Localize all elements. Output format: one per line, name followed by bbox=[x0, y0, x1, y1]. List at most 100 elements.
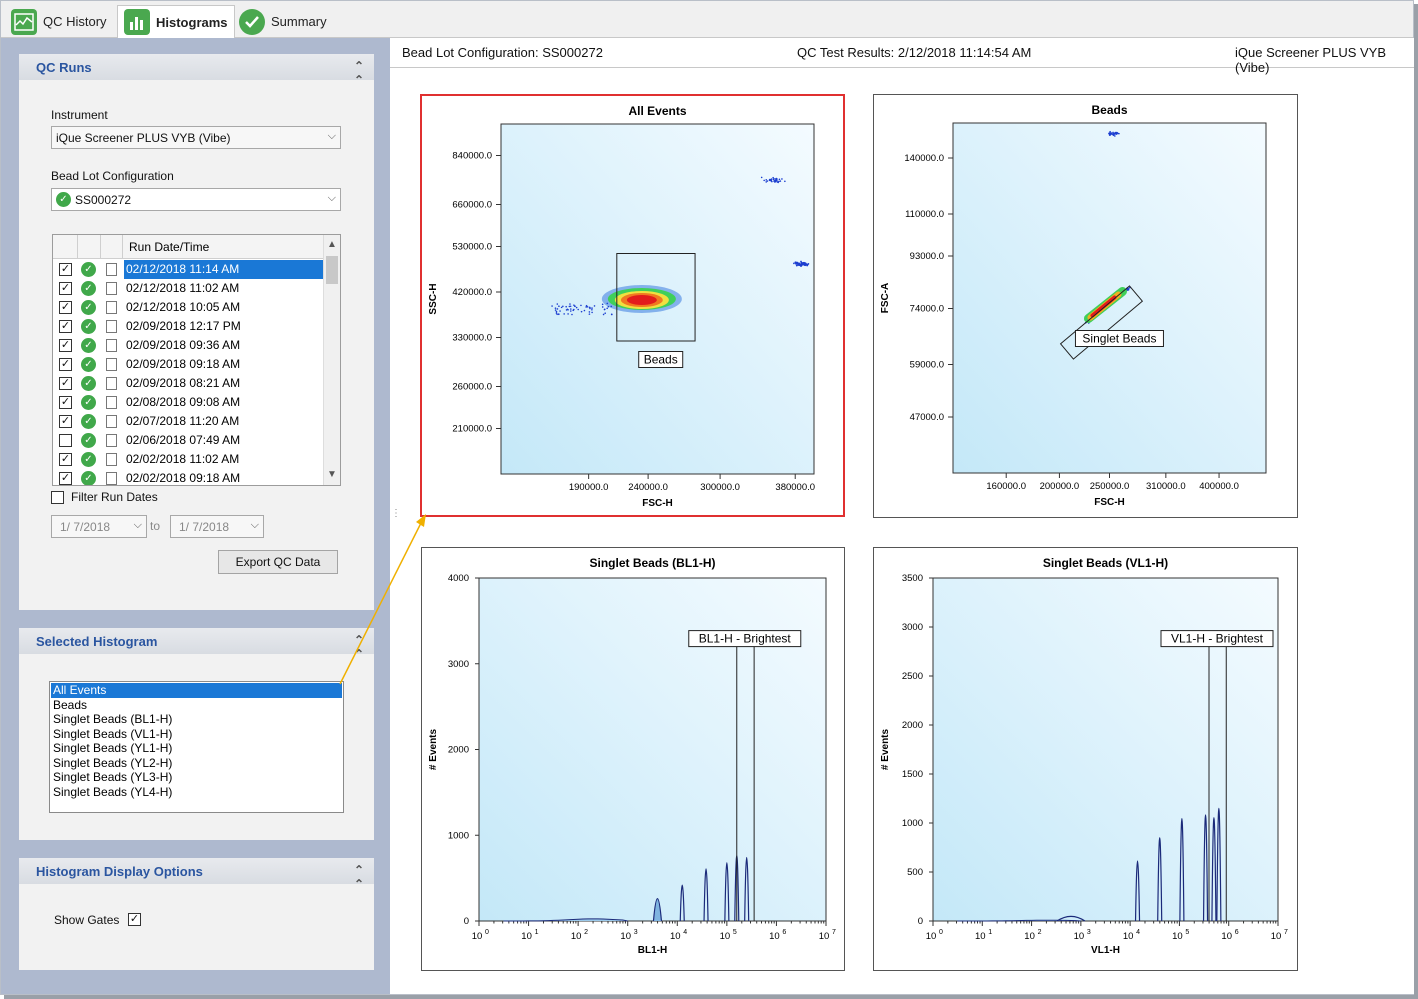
report-document-icon[interactable] bbox=[106, 377, 117, 390]
list-item[interactable]: Singlet Beads (YL4-H) bbox=[51, 785, 342, 800]
show-gates-checkbox[interactable]: ✓ bbox=[128, 913, 141, 926]
x-tick-label: 10 bbox=[620, 931, 631, 942]
list-item[interactable]: Singlet Beads (YL1-H) bbox=[51, 741, 342, 756]
plot-vl1-histogram[interactable]: Singlet Beads (VL1-H) VL1-H # Events 3500 30… bbox=[873, 547, 1298, 971]
run-checkbox[interactable]: ✓ bbox=[59, 339, 72, 352]
run-checkbox[interactable]: ✓ bbox=[59, 472, 72, 485]
run-date-cell: 02/02/2018 11:02 AM bbox=[126, 452, 240, 466]
run-checkbox[interactable]: ✓ bbox=[59, 358, 72, 371]
scatter-point bbox=[765, 179, 768, 181]
collapse-chevron-icon[interactable]: ⌃ ⌃ bbox=[354, 59, 364, 87]
run-grid[interactable]: Run Date/Time ✓ ✓ 02/12/2018 11:14 AM ✓ ✓ 02/… bbox=[52, 234, 341, 486]
scroll-down-icon[interactable]: ▼ bbox=[327, 469, 337, 480]
scatter-point bbox=[804, 262, 807, 265]
x-tick-exponent: 0 bbox=[939, 929, 943, 936]
splitter-grip[interactable]: ⋮ bbox=[391, 508, 401, 519]
bead-lot-select[interactable]: ✓ SS000272 ⌵ bbox=[51, 188, 341, 211]
table-row[interactable]: ✓ ✓ 02/12/2018 11:14 AM bbox=[53, 260, 323, 279]
ok-status-icon: ✓ bbox=[81, 395, 96, 410]
histogram-list[interactable]: All Events Beads Singlet Beads (BL1-H) Sing… bbox=[49, 681, 344, 813]
table-row[interactable]: ✓ ✓ 02/07/2018 11:20 AM bbox=[53, 412, 323, 431]
run-checkbox[interactable]: ✓ bbox=[59, 282, 72, 295]
scatter-point bbox=[779, 180, 782, 182]
ok-status-icon: ✓ bbox=[81, 452, 96, 467]
selected-histogram-header[interactable]: Selected Histogram ⌃ ⌃ bbox=[19, 628, 374, 661]
list-item[interactable]: All Events bbox=[51, 683, 342, 698]
qc-runs-header[interactable]: QC Runs ⌃ ⌃ bbox=[19, 54, 374, 87]
run-checkbox[interactable]: ✓ bbox=[59, 453, 72, 466]
x-tick-label: 190000.0 bbox=[569, 482, 609, 493]
run-checkbox[interactable]: ✓ bbox=[59, 301, 72, 314]
list-item[interactable]: Singlet Beads (BL1-H) bbox=[51, 712, 342, 727]
scroll-thumb[interactable] bbox=[326, 256, 338, 284]
gate-label: BL1-H - Brightest bbox=[699, 632, 792, 646]
plot-beads[interactable]: Beads FSC-H FSC-A 160000.0 200000.0 250000.0 3… bbox=[873, 94, 1298, 518]
list-item[interactable]: Singlet Beads (YL2-H) bbox=[51, 756, 342, 771]
chevron-down-icon: ⌵ bbox=[327, 192, 336, 204]
scatter-point bbox=[778, 178, 781, 181]
scatter-point bbox=[560, 306, 563, 309]
table-row[interactable]: ✓ ✓ 02/02/2018 09:18 AM bbox=[53, 469, 323, 485]
vl1-histogram: Singlet Beads (VL1-H)VL1-H# Events350030… bbox=[880, 556, 1288, 956]
plot-bl1-histogram[interactable]: Singlet Beads (BL1-H) BL1-H # Events 4000 30… bbox=[421, 547, 845, 971]
run-checkbox[interactable]: ✓ bbox=[59, 415, 72, 428]
tab-qc-history[interactable]: QC History bbox=[5, 5, 113, 38]
report-document-icon[interactable] bbox=[106, 396, 117, 409]
grid-scrollbar[interactable]: ▲ ▼ bbox=[323, 235, 340, 485]
scroll-up-icon[interactable]: ▲ bbox=[327, 239, 337, 250]
table-row[interactable]: ✓ ✓ 02/09/2018 09:36 AM bbox=[53, 336, 323, 355]
report-document-icon[interactable] bbox=[106, 358, 117, 371]
report-document-icon[interactable] bbox=[106, 453, 117, 466]
report-document-icon[interactable] bbox=[106, 415, 117, 428]
filter-run-dates-checkbox[interactable] bbox=[51, 491, 64, 504]
ok-status-icon: ✓ bbox=[81, 414, 96, 429]
x-tick-exponent: 3 bbox=[1087, 929, 1091, 936]
table-row[interactable]: ✓ ✓ 02/09/2018 08:21 AM bbox=[53, 374, 323, 393]
table-row[interactable]: ✓ 02/06/2018 07:49 AM bbox=[53, 431, 323, 450]
scatter-point bbox=[589, 307, 591, 310]
scatter-point bbox=[603, 308, 606, 311]
window-shadow bbox=[4, 995, 1418, 999]
collapse-chevron-icon[interactable]: ⌃ ⌃ bbox=[354, 863, 364, 891]
list-item[interactable]: Singlet Beads (YL3-H) bbox=[51, 770, 342, 785]
plot-all-events[interactable]: All Events FSC-H SSC-H 190000.0 240000.0 3000… bbox=[420, 94, 845, 517]
run-checkbox[interactable]: ✓ bbox=[59, 396, 72, 409]
report-document-icon[interactable] bbox=[106, 434, 117, 447]
show-gates-label: Show Gates bbox=[54, 913, 120, 927]
table-row[interactable]: ✓ ✓ 02/08/2018 09:08 AM bbox=[53, 393, 323, 412]
list-item[interactable]: Beads bbox=[51, 698, 342, 713]
run-checkbox[interactable]: ✓ bbox=[59, 377, 72, 390]
export-qc-data-button[interactable]: Export QC Data bbox=[218, 550, 338, 574]
report-document-icon[interactable] bbox=[106, 339, 117, 352]
collapse-chevron-icon[interactable]: ⌃ ⌃ bbox=[354, 633, 364, 661]
instrument-select[interactable]: iQue Screener PLUS VYB (Vibe) ⌵ bbox=[51, 126, 341, 149]
report-document-icon[interactable] bbox=[106, 282, 117, 295]
run-date-cell: 02/09/2018 08:21 AM bbox=[126, 376, 241, 390]
display-options-header[interactable]: Histogram Display Options ⌃ ⌃ bbox=[19, 858, 374, 891]
x-tick-label: 10 bbox=[819, 931, 830, 942]
scatter-point bbox=[1112, 131, 1114, 134]
y-tick-label: 2500 bbox=[902, 671, 923, 682]
y-tick-label: 93000.0 bbox=[910, 251, 944, 262]
table-row[interactable]: ✓ ✓ 02/09/2018 09:18 AM bbox=[53, 355, 323, 374]
tab-summary[interactable]: Summary bbox=[233, 5, 333, 38]
run-checkbox[interactable]: ✓ bbox=[59, 263, 72, 276]
x-tick-exponent: 7 bbox=[832, 929, 836, 936]
report-document-icon[interactable] bbox=[106, 301, 117, 314]
table-row[interactable]: ✓ ✓ 02/09/2018 12:17 PM bbox=[53, 317, 323, 336]
table-row[interactable]: ✓ ✓ 02/12/2018 10:05 AM bbox=[53, 298, 323, 317]
run-checkbox[interactable]: ✓ bbox=[59, 320, 72, 333]
date-from-picker[interactable]: 1/ 7/2018 ⌵ bbox=[51, 515, 147, 538]
list-item[interactable]: Singlet Beads (VL1-H) bbox=[51, 727, 342, 742]
table-row[interactable]: ✓ ✓ 02/12/2018 11:02 AM bbox=[53, 279, 323, 298]
date-to-picker[interactable]: 1/ 7/2018 ⌵ bbox=[170, 515, 264, 538]
report-document-icon[interactable] bbox=[106, 320, 117, 333]
table-row[interactable]: ✓ ✓ 02/02/2018 11:02 AM bbox=[53, 450, 323, 469]
report-document-icon[interactable] bbox=[106, 472, 117, 485]
tab-histograms[interactable]: Histograms bbox=[117, 5, 235, 38]
panel-title: QC Runs bbox=[36, 59, 92, 75]
run-date-column-header[interactable]: Run Date/Time bbox=[129, 240, 209, 254]
run-checkbox[interactable] bbox=[59, 434, 72, 447]
report-document-icon[interactable] bbox=[106, 263, 117, 276]
x-tick-label: 310000.0 bbox=[1146, 481, 1186, 492]
